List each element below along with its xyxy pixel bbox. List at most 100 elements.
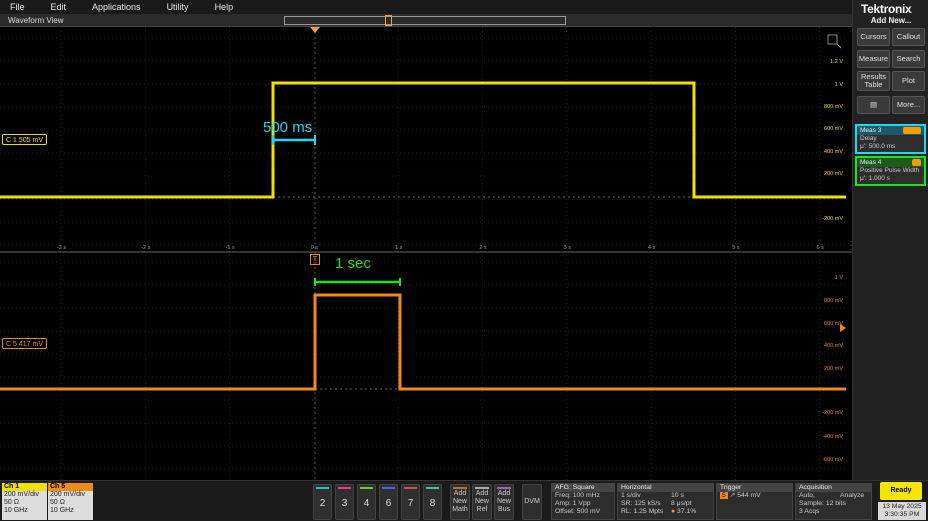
afg-amp: Amp: 1 Vpp bbox=[555, 500, 591, 507]
meas3-source-tag bbox=[903, 127, 921, 134]
tektronix-logo: Tektronix bbox=[861, 2, 912, 16]
meas3-name: Delay bbox=[860, 135, 877, 142]
add-bus-l1: Add bbox=[497, 490, 511, 497]
plot-button[interactable]: Plot bbox=[892, 71, 925, 91]
date-label: 13 May 2025 bbox=[882, 503, 922, 510]
meas3-title-text: Meas 3 bbox=[860, 127, 882, 134]
voltage-tick-label: 1 V bbox=[835, 275, 844, 281]
channel-4-button[interactable]: 4 bbox=[357, 484, 376, 520]
ch1-offset-value: 505 mV bbox=[18, 137, 43, 144]
ch5-scale: 200 mV/div bbox=[50, 491, 86, 498]
meas4-badge[interactable]: Meas 4 Positive Pulse Width μ': 1.000 s bbox=[855, 156, 926, 186]
meas3-value: μ': 500.0 ms bbox=[860, 143, 896, 150]
add-ref-l2: New bbox=[474, 498, 489, 505]
ch5-offset-badge[interactable]: C 5 417 mV bbox=[2, 338, 47, 349]
waveform-plot[interactable]: -3 s -2 s -1 s0 s1 s2 s3 s4 s5 s6 s 1.2 V1… bbox=[0, 27, 852, 480]
voltage-tick-label: 1.2 V bbox=[830, 59, 843, 65]
callout-button[interactable]: Callout bbox=[892, 28, 925, 46]
horizontal-position-value: 37.1% bbox=[677, 508, 697, 515]
trigger-marker-badge[interactable]: T bbox=[310, 254, 320, 265]
histogram-icon[interactable]: ▤ bbox=[857, 96, 890, 114]
horizontal-duration: 10 s bbox=[671, 492, 684, 499]
afg-title: AFG: Square bbox=[552, 484, 614, 492]
ch5-badge-label: C 5 bbox=[6, 341, 17, 348]
trigger-level: 544 mV bbox=[737, 492, 761, 499]
afg-freq: Freq: 100 mHz bbox=[555, 492, 600, 499]
rising-edge-icon: ↗ bbox=[729, 492, 736, 499]
acquisition-analyze: Analyze bbox=[840, 492, 865, 499]
add-math-l1: Add bbox=[453, 490, 467, 497]
acquisition-mode: Auto, bbox=[799, 492, 815, 499]
width-annotation[interactable]: 1 sec bbox=[335, 255, 371, 272]
voltage-tick-label: 800 mV bbox=[824, 298, 843, 304]
add-new-ref-button[interactable]: Add New Ref bbox=[472, 484, 492, 520]
channel-7-label: 7 bbox=[407, 498, 414, 509]
menu-applications[interactable]: Applications bbox=[82, 2, 141, 12]
delay-annotation[interactable]: 500 ms bbox=[263, 119, 312, 136]
voltage-tick-label: 1 V bbox=[835, 82, 844, 88]
voltage-tick-label: 600 mV bbox=[824, 126, 843, 132]
menu-file[interactable]: File bbox=[0, 2, 25, 12]
meas3-badge[interactable]: Meas 3 Delay μ': 500.0 ms bbox=[855, 124, 926, 154]
menu-bar: File Edit Applications Utility Help bbox=[0, 0, 852, 14]
date-time-display: 13 May 2025 3:30:35 PM bbox=[878, 502, 926, 520]
channel-6-button[interactable]: 6 bbox=[379, 484, 398, 520]
settings-bar: Ch 1 200 mV/div 50 Ω 10 GHz Ch 5 200 mV/… bbox=[0, 480, 928, 521]
add-bus-l2: New bbox=[496, 498, 511, 505]
ch5-settings-badge[interactable]: Ch 5 200 mV/div 50 Ω 10 GHz bbox=[48, 483, 93, 520]
ch1-settings-badge[interactable]: Ch 1 200 mV/div 50 Ω 10 GHz bbox=[2, 483, 47, 520]
add-math-l2: New bbox=[452, 498, 467, 505]
trigger-marker-label: T bbox=[312, 256, 318, 263]
more-button[interactable]: More... bbox=[892, 96, 925, 114]
channel-3-label: 3 bbox=[341, 498, 348, 509]
time-tick-label: -2 s bbox=[141, 245, 150, 251]
time-tick-label: 5 s bbox=[732, 245, 740, 251]
channel-8-button[interactable]: 8 bbox=[423, 484, 442, 520]
meas4-value: μ': 1.000 s bbox=[860, 175, 890, 182]
voltage-tick-label: -400 mV bbox=[822, 434, 843, 440]
trigger-title: Trigger bbox=[717, 484, 792, 492]
add-new-math-button[interactable]: Add New Math bbox=[450, 484, 470, 520]
voltage-tick-label: 200 mV bbox=[824, 171, 843, 177]
time-label: 3:30:35 PM bbox=[884, 511, 920, 518]
results-table-button[interactable]: Results Table bbox=[857, 71, 890, 91]
horizontal-ptpt: 8 μs/pt bbox=[671, 500, 692, 507]
panel-resize-handle[interactable]: · · · bbox=[850, 239, 854, 253]
channel-2-button[interactable]: 2 bbox=[313, 484, 332, 520]
trigger-position-marker[interactable] bbox=[385, 15, 392, 26]
ready-status-button[interactable]: Ready bbox=[880, 482, 922, 500]
search-button[interactable]: Search bbox=[892, 50, 925, 68]
voltage-tick-label: 600 mV bbox=[824, 321, 843, 327]
acquisition-sample: Sample: 12 bits bbox=[799, 500, 846, 507]
channel-8-label: 8 bbox=[429, 498, 436, 509]
add-new-heading: Add New... bbox=[870, 16, 912, 25]
measure-button[interactable]: Measure bbox=[857, 50, 890, 68]
menu-help[interactable]: Help bbox=[205, 2, 234, 12]
meas3-title: Meas 3 bbox=[857, 126, 924, 135]
waveform-graticule: -3 s -2 s -1 s0 s1 s2 s3 s4 s5 s6 s 1.2 V1… bbox=[0, 27, 852, 480]
ch5-label: Ch 5 bbox=[48, 483, 93, 491]
ch1-bandwidth: 10 GHz bbox=[4, 507, 28, 514]
time-tick-label: 0 s bbox=[311, 245, 319, 251]
menu-edit[interactable]: Edit bbox=[41, 2, 67, 12]
voltage-tick-label: 800 mV bbox=[824, 104, 843, 110]
afg-panel[interactable]: AFG: Square Freq: 100 mHz Amp: 1 Vpp Off… bbox=[551, 483, 615, 520]
add-new-bus-button[interactable]: Add New Bus bbox=[494, 484, 514, 520]
channel-7-button[interactable]: 7 bbox=[401, 484, 420, 520]
horizontal-scale: 1 s/div bbox=[621, 492, 641, 499]
menu-utility[interactable]: Utility bbox=[157, 2, 189, 12]
channel-3-button[interactable]: 3 bbox=[335, 484, 354, 520]
cursors-button[interactable]: Cursors bbox=[857, 28, 890, 46]
voltage-tick-label: 400 mV bbox=[824, 343, 843, 349]
trigger-panel[interactable]: Trigger 5 ↗ 544 mV bbox=[716, 483, 793, 520]
horizontal-panel[interactable]: Horizontal 1 s/div 10 s SR: 125 kS/s 8 μs/… bbox=[617, 483, 714, 520]
acquisition-count: 3 Acqs bbox=[799, 508, 820, 515]
ch1-offset-badge[interactable]: C 1 505 mV bbox=[2, 134, 47, 145]
record-view-bar[interactable] bbox=[284, 15, 566, 26]
right-panel: Tektronix Add New... Cursors Callout Mea… bbox=[850, 0, 928, 480]
dvm-button[interactable]: DVM bbox=[522, 484, 542, 520]
time-tick-label: 2 s bbox=[479, 245, 487, 251]
acquisition-panel[interactable]: Acquisition Auto, Analyze Sample: 12 bits… bbox=[795, 483, 872, 520]
ch1-label: Ch 1 bbox=[2, 483, 47, 491]
ch5-waveform bbox=[0, 293, 846, 391]
